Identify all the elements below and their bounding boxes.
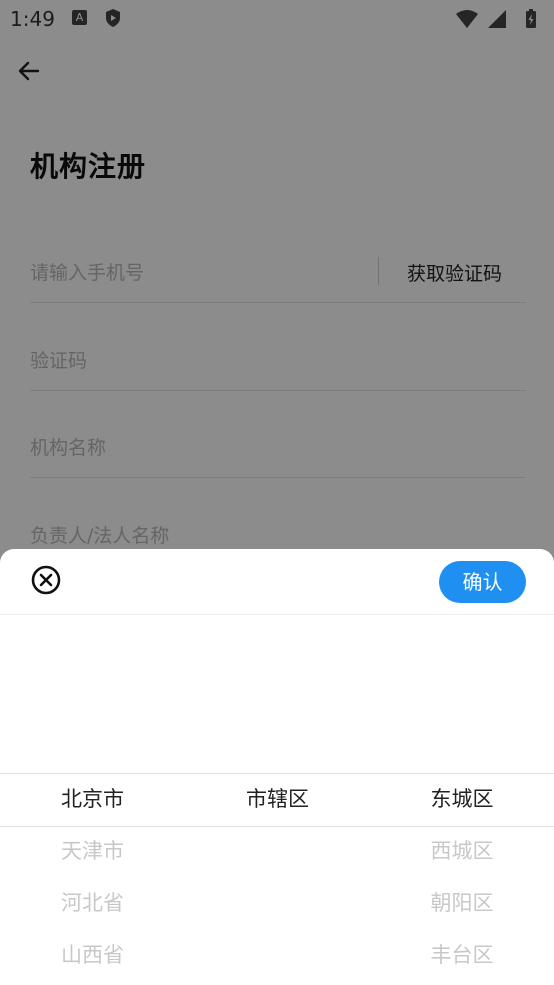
region-picker[interactable]: 北京市 天津市 河北省 山西省 市辖区 东城区 西城区 朝阳区 丰台区 (0, 615, 554, 985)
city-option[interactable]: 市辖区 (185, 773, 370, 825)
province-option[interactable]: 北京市 (0, 773, 185, 825)
district-option[interactable]: 西城区 (370, 825, 554, 877)
picker-header: 确认 (0, 549, 554, 615)
confirm-button[interactable]: 确认 (439, 561, 526, 603)
region-picker-sheet: 确认 北京市 天津市 河北省 山西省 市辖区 东城区 西城区 朝阳区 丰台区 (0, 549, 554, 985)
district-column[interactable]: 东城区 西城区 朝阳区 丰台区 (370, 615, 554, 985)
province-column[interactable]: 北京市 天津市 河北省 山西省 (0, 615, 185, 985)
district-option[interactable]: 东城区 (370, 773, 554, 825)
province-option[interactable]: 河北省 (0, 877, 185, 929)
province-option[interactable]: 天津市 (0, 825, 185, 877)
close-icon[interactable] (31, 565, 61, 595)
district-option[interactable]: 朝阳区 (370, 877, 554, 929)
province-option[interactable]: 山西省 (0, 929, 185, 981)
district-option[interactable]: 丰台区 (370, 929, 554, 981)
city-column[interactable]: 市辖区 (185, 615, 370, 985)
